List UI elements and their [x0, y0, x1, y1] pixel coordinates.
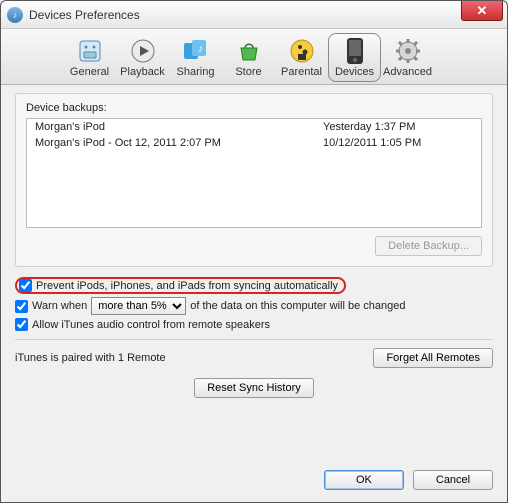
ok-button[interactable]: OK — [324, 470, 404, 490]
warn-prefix: Warn when — [32, 300, 87, 312]
tab-label: Advanced — [383, 66, 432, 78]
store-icon — [235, 37, 263, 65]
tab-sharing[interactable]: ♪ Sharing — [169, 33, 222, 82]
backup-date: 10/12/2011 1:05 PM — [323, 137, 473, 149]
backup-name: Morgan's iPod — [35, 121, 323, 133]
close-button[interactable]: ✕ — [461, 1, 503, 21]
tab-store[interactable]: Store — [222, 33, 275, 82]
backups-group: Device backups: Morgan's iPod Yesterday … — [15, 93, 493, 267]
tab-label: Store — [235, 66, 261, 78]
prevent-sync-checkbox[interactable] — [19, 279, 32, 292]
parental-icon — [288, 37, 316, 65]
forget-remotes-button[interactable]: Forget All Remotes — [373, 348, 493, 368]
cancel-button[interactable]: Cancel — [413, 470, 493, 490]
tab-label: Sharing — [177, 66, 215, 78]
tab-playback[interactable]: Playback — [116, 33, 169, 82]
warn-threshold-select[interactable]: more than 5% — [91, 297, 186, 315]
prevent-sync-label: Prevent iPods, iPhones, and iPads from s… — [36, 280, 338, 292]
prevent-sync-row: Prevent iPods, iPhones, and iPads from s… — [15, 277, 493, 294]
warn-suffix: of the data on this computer will be cha… — [190, 300, 405, 312]
svg-text:♪: ♪ — [198, 43, 204, 55]
tab-advanced[interactable]: Advanced — [381, 33, 434, 82]
backup-row[interactable]: Morgan's iPod Yesterday 1:37 PM — [27, 119, 481, 135]
general-icon — [76, 37, 104, 65]
itunes-icon: ♪ — [7, 7, 23, 23]
remote-audio-label: Allow iTunes audio control from remote s… — [32, 319, 270, 331]
remotes-status: iTunes is paired with 1 Remote — [15, 352, 166, 364]
warn-row: Warn when more than 5% of the data on th… — [15, 297, 493, 315]
tab-devices[interactable]: Devices — [328, 33, 381, 82]
delete-backup-button: Delete Backup... — [375, 236, 482, 256]
tab-label: General — [70, 66, 109, 78]
backup-list[interactable]: Morgan's iPod Yesterday 1:37 PM Morgan's… — [26, 118, 482, 228]
tab-general[interactable]: General — [63, 33, 116, 82]
backup-date: Yesterday 1:37 PM — [323, 121, 473, 133]
tab-label: Parental — [281, 66, 322, 78]
dialog-footer: OK Cancel — [1, 460, 507, 502]
content-area: Device backups: Morgan's iPod Yesterday … — [1, 85, 507, 412]
prevent-sync-highlight: Prevent iPods, iPhones, and iPads from s… — [15, 277, 346, 294]
remotes-row: iTunes is paired with 1 Remote Forget Al… — [15, 348, 493, 368]
titlebar: ♪ Devices Preferences ✕ — [1, 1, 507, 29]
reset-sync-history-button[interactable]: Reset Sync History — [194, 378, 314, 398]
sharing-icon: ♪ — [182, 37, 210, 65]
window-title: Devices Preferences — [29, 8, 140, 22]
devices-icon — [341, 37, 369, 65]
backup-row[interactable]: Morgan's iPod - Oct 12, 2011 2:07 PM 10/… — [27, 135, 481, 151]
backups-heading: Device backups: — [26, 102, 482, 114]
playback-icon — [129, 37, 157, 65]
preferences-toolbar: General Playback ♪ Sharing Store Parenta… — [1, 29, 507, 85]
remote-audio-checkbox[interactable] — [15, 318, 28, 331]
tab-label: Devices — [335, 66, 374, 78]
preferences-window: ♪ Devices Preferences ✕ General Playback… — [0, 0, 508, 503]
tab-parental[interactable]: Parental — [275, 33, 328, 82]
backup-name: Morgan's iPod - Oct 12, 2011 2:07 PM — [35, 137, 323, 149]
advanced-gear-icon — [394, 37, 422, 65]
remote-audio-row: Allow iTunes audio control from remote s… — [15, 318, 493, 331]
divider — [15, 339, 493, 340]
tab-label: Playback — [120, 66, 165, 78]
close-icon: ✕ — [477, 3, 488, 19]
warn-checkbox[interactable] — [15, 300, 28, 313]
